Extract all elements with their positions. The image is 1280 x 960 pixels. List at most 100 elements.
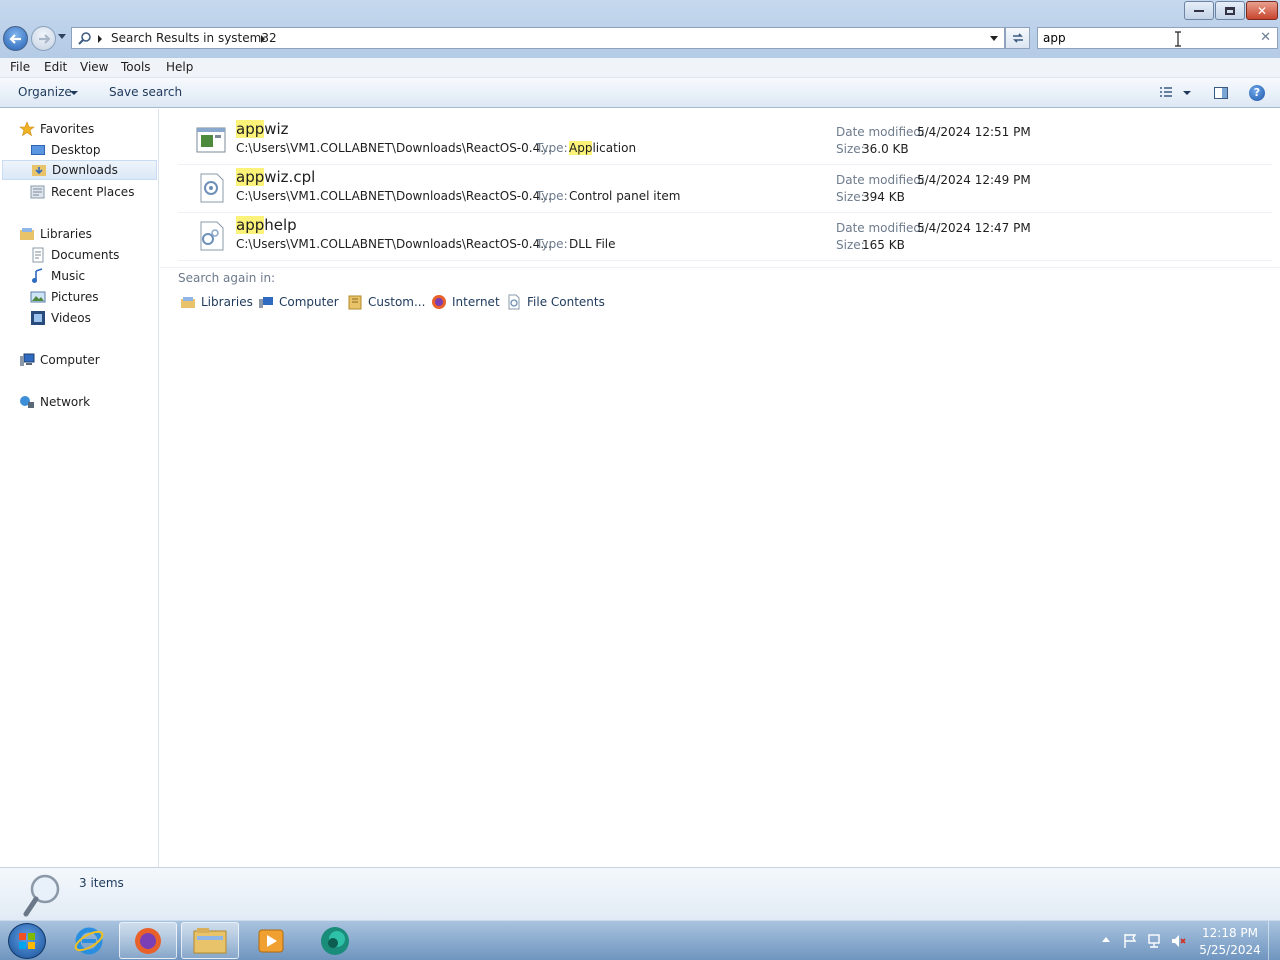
nav-libraries[interactable]: Libraries bbox=[19, 224, 92, 244]
close-button[interactable]: ✕ bbox=[1246, 1, 1278, 20]
result-path: C:\Users\VM1.COLLABNET\Downloads\ReactOS… bbox=[236, 237, 552, 251]
nav-videos[interactable]: Videos bbox=[30, 308, 91, 328]
music-icon bbox=[32, 268, 43, 283]
command-bar: Organize Save search bbox=[0, 78, 1280, 108]
control-panel-item-icon bbox=[200, 173, 224, 203]
pictures-icon bbox=[30, 291, 46, 303]
type-label: Type: bbox=[536, 237, 568, 251]
change-view-icon[interactable] bbox=[1158, 85, 1174, 101]
size-value: 36.0 KB bbox=[862, 142, 909, 156]
search-input[interactable] bbox=[1043, 30, 1243, 46]
app-icon bbox=[321, 926, 349, 955]
nav-desktop[interactable]: Desktop bbox=[30, 140, 101, 160]
text-cursor-icon bbox=[1175, 31, 1181, 47]
type-value: Application bbox=[569, 141, 637, 155]
date-modified-label: Date modified: bbox=[836, 221, 926, 235]
minimize-button[interactable] bbox=[1184, 1, 1214, 20]
result-item[interactable]: appwiz C:\Users\VM1.COLLABNET\Downloads\… bbox=[178, 117, 1272, 165]
search-box[interactable]: ✕ bbox=[1037, 27, 1278, 49]
nav-music[interactable]: Music bbox=[30, 266, 85, 286]
search-results-icon bbox=[78, 32, 91, 45]
date-modified-value: 5/4/2024 12:47 PM bbox=[917, 221, 1031, 235]
back-arrow-icon bbox=[9, 34, 21, 44]
type-value: Control panel item bbox=[569, 189, 681, 203]
menu-file[interactable]: File bbox=[10, 60, 30, 74]
volume-muted-icon[interactable] bbox=[1170, 933, 1186, 949]
search-again-libraries[interactable]: Libraries bbox=[180, 294, 253, 310]
view-dropdown-icon[interactable] bbox=[1183, 91, 1191, 95]
restore-icon bbox=[1225, 6, 1235, 15]
nav-computer[interactable]: Computer bbox=[19, 350, 100, 370]
nav-libraries-label: Libraries bbox=[40, 227, 92, 241]
type-label: Type: bbox=[536, 189, 568, 203]
back-button[interactable] bbox=[3, 26, 28, 51]
address-dropdown-icon[interactable] bbox=[990, 36, 998, 41]
taskbar-media-player[interactable] bbox=[242, 922, 300, 959]
organize-button[interactable]: Organize bbox=[18, 85, 72, 99]
nav-recent-places[interactable]: Recent Places bbox=[30, 182, 134, 202]
date-modified-value: 5/4/2024 12:49 PM bbox=[917, 173, 1031, 187]
show-desktop-button[interactable] bbox=[1268, 921, 1280, 960]
search-again-libraries-label: Libraries bbox=[201, 295, 253, 309]
search-again-internet-label: Internet bbox=[452, 295, 500, 309]
refresh-button[interactable] bbox=[1005, 27, 1030, 49]
clear-search-icon[interactable]: ✕ bbox=[1260, 30, 1271, 45]
nav-pictures[interactable]: Pictures bbox=[30, 287, 99, 307]
libraries-icon bbox=[181, 297, 195, 308]
title-bar: ✕ Search Results in system32 ✕ bbox=[0, 0, 1280, 58]
forward-button[interactable] bbox=[31, 26, 56, 51]
preview-pane-icon[interactable] bbox=[1213, 85, 1229, 101]
search-again-custom[interactable]: Custom... bbox=[347, 294, 425, 310]
window-controls: ✕ bbox=[1184, 1, 1278, 20]
videos-icon bbox=[31, 311, 45, 325]
search-again-custom-label: Custom... bbox=[368, 295, 426, 309]
nav-documents[interactable]: Documents bbox=[30, 245, 119, 265]
search-again-internet[interactable]: Internet bbox=[431, 294, 500, 310]
menu-help[interactable]: Help bbox=[166, 60, 193, 74]
result-item[interactable]: appwiz.cpl C:\Users\VM1.COLLABNET\Downlo… bbox=[178, 165, 1272, 213]
nav-network[interactable]: Network bbox=[19, 392, 90, 412]
search-again-file-contents[interactable]: File Contents bbox=[506, 294, 605, 310]
nav-videos-label: Videos bbox=[51, 311, 91, 325]
nav-favorites[interactable]: Favorites bbox=[19, 119, 94, 139]
search-again-computer[interactable]: Computer bbox=[258, 294, 339, 310]
nav-pictures-label: Pictures bbox=[51, 290, 99, 304]
network-icon[interactable] bbox=[1146, 933, 1162, 949]
nav-recent-places-label: Recent Places bbox=[51, 185, 135, 199]
windows-logo-icon bbox=[19, 933, 35, 949]
type-label: Type: bbox=[536, 141, 568, 155]
network-icon bbox=[20, 396, 34, 408]
menu-view[interactable]: View bbox=[80, 60, 108, 74]
action-center-flag-icon[interactable] bbox=[1122, 933, 1138, 949]
result-item[interactable]: apphelp C:\Users\VM1.COLLABNET\Downloads… bbox=[178, 213, 1272, 261]
taskbar-firefox[interactable] bbox=[119, 922, 177, 959]
clock-time: 12:18 PM bbox=[1202, 926, 1258, 940]
documents-icon bbox=[32, 247, 44, 263]
menu-tools[interactable]: Tools bbox=[121, 60, 151, 74]
forward-arrow-icon bbox=[39, 34, 51, 44]
taskbar-internet-explorer[interactable] bbox=[60, 922, 118, 959]
address-bar[interactable]: Search Results in system32 bbox=[71, 27, 1005, 49]
application-icon bbox=[196, 127, 226, 153]
breadcrumb-separator-icon[interactable] bbox=[98, 35, 102, 43]
computer-icon bbox=[20, 353, 35, 366]
nav-downloads[interactable]: Downloads bbox=[2, 160, 157, 180]
taskbar-app[interactable] bbox=[306, 922, 364, 959]
system-clock[interactable]: 12:18 PM 5/25/2024 bbox=[1198, 925, 1262, 959]
nav-computer-label: Computer bbox=[40, 353, 100, 367]
breadcrumb[interactable]: Search Results in system32 bbox=[111, 31, 277, 45]
search-results-pane: appwiz C:\Users\VM1.COLLABNET\Downloads\… bbox=[160, 109, 1280, 867]
recent-pages-dropdown[interactable] bbox=[58, 34, 66, 39]
start-button[interactable] bbox=[8, 923, 46, 959]
menu-edit[interactable]: Edit bbox=[44, 60, 67, 74]
save-search-button[interactable]: Save search bbox=[109, 85, 182, 99]
show-hidden-icons-icon[interactable] bbox=[1102, 937, 1110, 942]
restore-button[interactable] bbox=[1215, 1, 1245, 20]
result-name: appwiz.cpl bbox=[236, 168, 316, 186]
search-again-title: Search again in: bbox=[178, 271, 276, 285]
organize-dropdown-icon[interactable] bbox=[70, 91, 78, 95]
nav-desktop-label: Desktop bbox=[51, 143, 101, 157]
breadcrumb-separator-icon[interactable] bbox=[261, 35, 265, 43]
taskbar-windows-explorer[interactable] bbox=[181, 922, 239, 959]
help-icon[interactable]: ? bbox=[1249, 85, 1265, 101]
